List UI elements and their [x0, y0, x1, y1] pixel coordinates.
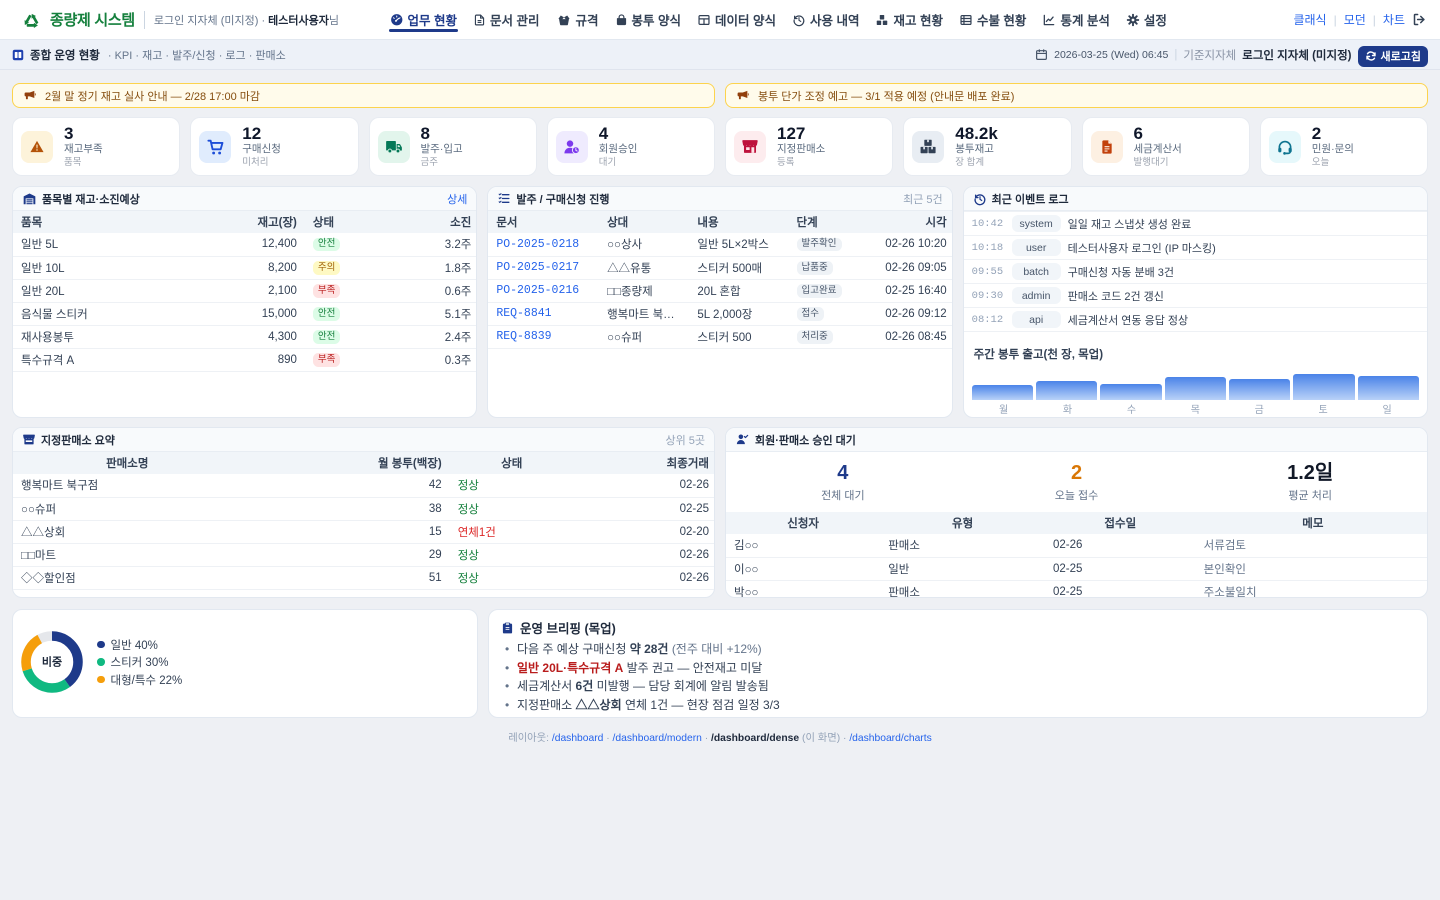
- svg-text:비중: 비중: [42, 655, 62, 669]
